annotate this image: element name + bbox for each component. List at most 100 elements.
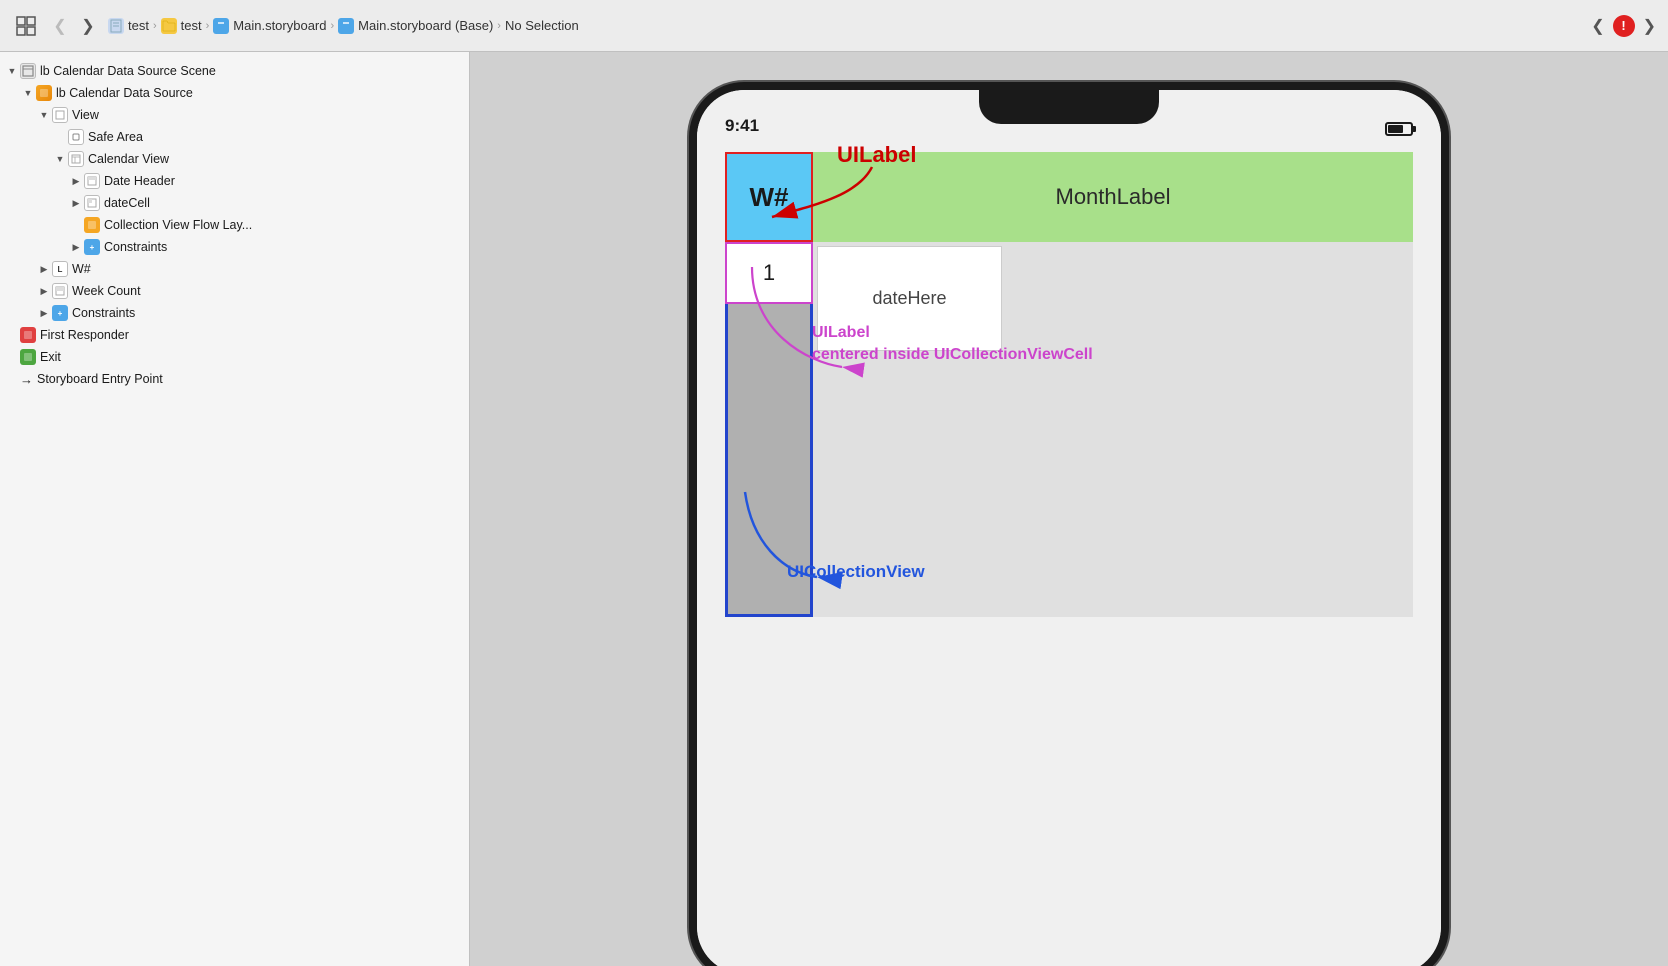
sidebar-item-firstresponder[interactable]: First Responder — [0, 324, 469, 346]
iphone-mockup: 9:41 UILabel — [689, 82, 1449, 966]
breadcrumb-main-storyboard[interactable]: Main.storyboard — [213, 18, 326, 34]
date-cells-area: dateHere — [813, 242, 1413, 617]
calendar-grid: 1 dateHere — [725, 242, 1413, 617]
tree-arrow — [36, 107, 52, 123]
sidebar-item-safearea[interactable]: Safe Area — [0, 126, 469, 148]
wh-label: W# — [725, 152, 813, 242]
view-icon — [52, 107, 68, 123]
breadcrumb-main-storyboard-base[interactable]: Main.storyboard (Base) — [338, 18, 493, 34]
safearea-icon — [68, 129, 84, 145]
uicollectionview-annotation: UICollectionView — [787, 562, 925, 582]
datecell-label: dateCell — [104, 196, 461, 210]
storyboard-icon — [213, 18, 229, 34]
firstresponder-label: First Responder — [40, 328, 461, 342]
uilabel-centered-line2: centered inside UICollectionViewCell — [812, 344, 1093, 366]
breadcrumb-test-folder[interactable]: test — [161, 18, 202, 34]
chevron-left-icon[interactable]: ❮ — [1591, 16, 1604, 36]
breadcrumb-chevron-4: › — [497, 20, 501, 32]
sidebar-item-datecell[interactable]: dateCell — [0, 192, 469, 214]
wlabel-label: W# — [72, 262, 461, 276]
tree-arrow — [52, 151, 68, 167]
sidebar-item-constraints-view[interactable]: + Constraints — [0, 302, 469, 324]
dateheader-label: Date Header — [104, 174, 461, 188]
uilabel-centered-annotation: UILabel centered inside UICollectionView… — [812, 322, 1093, 367]
sidebar-item-weekcount[interactable]: Week Count — [0, 280, 469, 302]
breadcrumb-chevron-2: › — [206, 20, 210, 32]
toolbar: ❮ ❯ test › test › Main.storyboard › — [0, 0, 1668, 52]
sidebar: lb Calendar Data Source Scene lb Calenda… — [0, 52, 470, 966]
breadcrumb-no-selection: No Selection — [505, 18, 579, 33]
firstresponder-icon — [20, 327, 36, 343]
back-button[interactable]: ❮ — [48, 14, 72, 38]
tree-arrow — [36, 283, 52, 299]
sidebar-item-datasource[interactable]: lb Calendar Data Source — [0, 82, 469, 104]
sidebar-item-wlabel[interactable]: L W# — [0, 258, 469, 280]
entrypoint-label: Storyboard Entry Point — [37, 372, 461, 386]
toolbar-right-controls: ❮ ! ❯ — [1591, 15, 1656, 37]
datasource-label: lb Calendar Data Source — [56, 86, 461, 100]
sidebar-item-entrypoint[interactable]: → Storyboard Entry Point — [0, 368, 469, 390]
tree-arrow — [36, 261, 52, 277]
constraints2-icon: + — [52, 305, 68, 321]
storyboard-base-icon — [338, 18, 354, 34]
sidebar-item-dateheader[interactable]: Date Header — [0, 170, 469, 192]
weekcount-label: Week Count — [72, 284, 461, 298]
grid-layout-icon[interactable] — [12, 12, 40, 40]
constraints-label: Constraints — [104, 240, 461, 254]
calendar-header-row: W# MonthLabel — [725, 152, 1413, 242]
constraints-icon: + — [84, 239, 100, 255]
battery-icon — [1385, 122, 1413, 136]
status-time: 9:41 — [725, 116, 759, 136]
sidebar-item-scene[interactable]: lb Calendar Data Source Scene — [0, 60, 469, 82]
iphone-screen: 9:41 UILabel — [697, 90, 1441, 966]
breadcrumb-label: Main.storyboard (Base) — [358, 18, 493, 33]
breadcrumb-label: Main.storyboard — [233, 18, 326, 33]
calendarview-label: Calendar View — [88, 152, 461, 166]
flowlayout-icon — [84, 217, 100, 233]
constraints2-label: Constraints — [72, 306, 461, 320]
folder-icon — [161, 18, 177, 34]
main-content: lb Calendar Data Source Scene lb Calenda… — [0, 52, 1668, 966]
breadcrumb: test › test › Main.storyboard › Main.sto… — [108, 18, 1583, 34]
weekcount-icon — [52, 283, 68, 299]
sidebar-item-flowlayout[interactable]: Collection View Flow Lay... — [0, 214, 469, 236]
canvas: 9:41 UILabel — [470, 52, 1668, 966]
sidebar-item-exit[interactable]: Exit — [0, 346, 469, 368]
tree-arrow — [68, 239, 84, 255]
flowlayout-label: Collection View Flow Lay... — [104, 218, 461, 232]
battery-fill — [1388, 125, 1403, 133]
sidebar-item-view[interactable]: View — [0, 104, 469, 126]
tree-arrow — [20, 85, 36, 101]
wlabel-icon: L — [52, 261, 68, 277]
tree-arrow — [36, 305, 52, 321]
view-label: View — [72, 108, 461, 122]
file-icon — [108, 18, 124, 34]
week-number-cell: 1 — [725, 242, 813, 304]
tree-arrow — [4, 63, 20, 79]
week-number: 1 — [763, 260, 775, 286]
entrypoint-arrow-icon: → — [20, 372, 33, 387]
status-icons — [1385, 122, 1413, 136]
safearea-label: Safe Area — [88, 130, 461, 144]
exit-icon — [20, 349, 36, 365]
error-badge[interactable]: ! — [1613, 15, 1635, 37]
sidebar-item-constraints-calendar[interactable]: + Constraints — [0, 236, 469, 258]
datasource-icon — [36, 85, 52, 101]
breadcrumb-test-file[interactable]: test — [108, 18, 149, 34]
breadcrumb-label: test — [181, 18, 202, 33]
scene-icon — [20, 63, 36, 79]
exit-label: Exit — [40, 350, 461, 364]
datecell-icon — [84, 195, 100, 211]
forward-button[interactable]: ❯ — [76, 14, 100, 38]
scene-label: lb Calendar Data Source Scene — [40, 64, 461, 78]
uicollectionview-column: 1 — [725, 242, 813, 617]
calendarview-icon — [68, 151, 84, 167]
nav-buttons: ❮ ❯ — [48, 14, 100, 38]
breadcrumb-chevron-3: › — [331, 20, 335, 32]
date-here-label: dateHere — [872, 288, 946, 309]
dateheader-icon — [84, 173, 100, 189]
tree-arrow — [68, 173, 84, 189]
sidebar-item-calendarview[interactable]: Calendar View — [0, 148, 469, 170]
chevron-right-icon[interactable]: ❯ — [1643, 16, 1656, 36]
tree-arrow — [68, 195, 84, 211]
